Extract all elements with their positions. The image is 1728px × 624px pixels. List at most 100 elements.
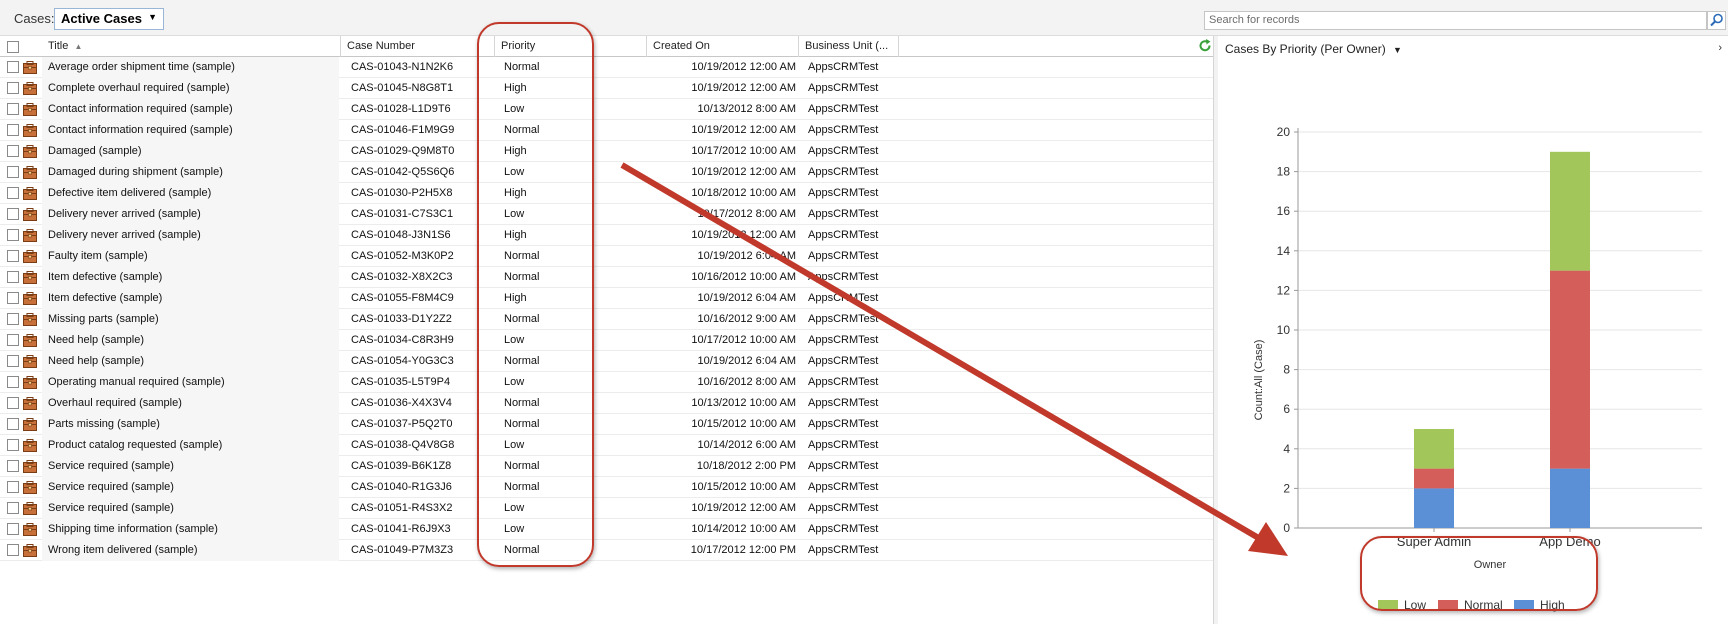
cell-title[interactable]: Faulty item (sample) (48, 246, 148, 267)
cell-title[interactable]: Delivery never arrived (sample) (48, 225, 201, 246)
table-row[interactable]: Shipping time information (sample) CAS-0… (0, 519, 1213, 540)
table-row[interactable]: Service required (sample) CAS-01051-R4S3… (0, 498, 1213, 519)
cell-business-unit: AppsCRMTest (808, 82, 879, 94)
table-row[interactable]: Average order shipment time (sample) CAS… (0, 57, 1213, 78)
row-checkbox[interactable] (7, 439, 19, 451)
grid-header: Title ▲ Case Number Priority Created On … (0, 36, 1213, 57)
cell-case-number: CAS-01036-X4X3V4 (351, 397, 452, 409)
table-row[interactable]: Faulty item (sample) CAS-01052-M3K0P2 No… (0, 246, 1213, 267)
row-checkbox[interactable] (7, 271, 19, 283)
column-header-title[interactable]: Title ▲ (40, 36, 340, 57)
cell-title[interactable]: Service required (sample) (48, 498, 174, 519)
cell-title[interactable]: Product catalog requested (sample) (48, 435, 222, 456)
cell-title[interactable]: Contact information required (sample) (48, 99, 233, 120)
cell-title[interactable]: Need help (sample) (48, 351, 144, 372)
row-checkbox[interactable] (7, 334, 19, 346)
cell-title[interactable]: Complete overhaul required (sample) (48, 78, 230, 99)
annotation-oval-legend (1360, 536, 1598, 611)
cell-title[interactable]: Damaged (sample) (48, 141, 142, 162)
table-row[interactable]: Damaged during shipment (sample) CAS-010… (0, 162, 1213, 183)
cell-title[interactable]: Overhaul required (sample) (48, 393, 182, 414)
row-checkbox[interactable] (7, 397, 19, 409)
y-tick-label: 20 (1277, 125, 1291, 139)
cell-title[interactable]: Item defective (sample) (48, 288, 162, 309)
cell-title[interactable]: Need help (sample) (48, 330, 144, 351)
cell-case-number: CAS-01046-F1M9G9 (351, 124, 455, 136)
row-checkbox[interactable] (7, 418, 19, 430)
table-row[interactable]: Contact information required (sample) CA… (0, 99, 1213, 120)
cell-title[interactable]: Average order shipment time (sample) (48, 57, 235, 78)
case-icon (23, 250, 37, 263)
cell-title[interactable]: Contact information required (sample) (48, 120, 233, 141)
cell-business-unit: AppsCRMTest (808, 523, 879, 535)
expand-chart-icon[interactable]: › (1718, 42, 1722, 54)
table-row[interactable]: Need help (sample) CAS-01034-C8R3H9 Low … (0, 330, 1213, 351)
cell-title[interactable]: Delivery never arrived (sample) (48, 204, 201, 225)
cell-title[interactable]: Operating manual required (sample) (48, 372, 225, 393)
cell-title[interactable]: Service required (sample) (48, 456, 174, 477)
cell-title[interactable]: Parts missing (sample) (48, 414, 160, 435)
row-checkbox[interactable] (7, 250, 19, 262)
cell-created-on: 10/16/2012 9:00 AM (697, 313, 796, 325)
row-checkbox[interactable] (7, 82, 19, 94)
row-checkbox[interactable] (7, 544, 19, 556)
cell-business-unit: AppsCRMTest (808, 355, 879, 367)
row-checkbox[interactable] (7, 523, 19, 535)
cell-business-unit: AppsCRMTest (808, 481, 879, 493)
row-checkbox[interactable] (7, 313, 19, 325)
row-checkbox[interactable] (7, 229, 19, 241)
table-row[interactable]: Item defective (sample) CAS-01055-F8M4C9… (0, 288, 1213, 309)
table-row[interactable]: Service required (sample) CAS-01039-B6K1… (0, 456, 1213, 477)
row-checkbox[interactable] (7, 292, 19, 304)
row-checkbox[interactable] (7, 145, 19, 157)
row-checkbox[interactable] (7, 355, 19, 367)
table-row[interactable]: Missing parts (sample) CAS-01033-D1Y2Z2 … (0, 309, 1213, 330)
table-row[interactable]: Need help (sample) CAS-01054-Y0G3C3 Norm… (0, 351, 1213, 372)
cell-title[interactable]: Shipping time information (sample) (48, 519, 218, 540)
table-row[interactable]: Defective item delivered (sample) CAS-01… (0, 183, 1213, 204)
table-row[interactable]: Item defective (sample) CAS-01032-X8X2C3… (0, 267, 1213, 288)
table-row[interactable]: Delivery never arrived (sample) CAS-0103… (0, 204, 1213, 225)
select-all-checkbox[interactable] (7, 41, 19, 53)
row-checkbox[interactable] (7, 61, 19, 73)
row-checkbox[interactable] (7, 208, 19, 220)
case-icon (23, 82, 37, 95)
cell-created-on: 10/19/2012 12:00 AM (691, 166, 796, 178)
chart-selector[interactable]: Cases By Priority (Per Owner) ▼ (1225, 42, 1402, 56)
cell-title[interactable]: Wrong item delivered (sample) (48, 540, 198, 561)
case-icon (23, 376, 37, 389)
table-row[interactable]: Overhaul required (sample) CAS-01036-X4X… (0, 393, 1213, 414)
cell-title[interactable]: Service required (sample) (48, 477, 174, 498)
table-row[interactable]: Complete overhaul required (sample) CAS-… (0, 78, 1213, 99)
cell-created-on: 10/19/2012 6:04 AM (697, 355, 796, 367)
row-checkbox[interactable] (7, 481, 19, 493)
row-checkbox[interactable] (7, 460, 19, 472)
case-icon (23, 523, 37, 536)
column-header-business-unit[interactable]: Business Unit (... (798, 36, 898, 57)
table-row[interactable]: Wrong item delivered (sample) CAS-01049-… (0, 540, 1213, 561)
search-input[interactable]: Search for records (1204, 11, 1707, 30)
row-checkbox[interactable] (7, 103, 19, 115)
row-checkbox[interactable] (7, 124, 19, 136)
table-row[interactable]: Service required (sample) CAS-01040-R1G3… (0, 477, 1213, 498)
row-checkbox[interactable] (7, 166, 19, 178)
table-row[interactable]: Parts missing (sample) CAS-01037-P5Q2T0 … (0, 414, 1213, 435)
column-header-case-number[interactable]: Case Number (340, 36, 482, 57)
table-row[interactable]: Product catalog requested (sample) CAS-0… (0, 435, 1213, 456)
table-row[interactable]: Damaged (sample) CAS-01029-Q9M8T0 High 1… (0, 141, 1213, 162)
search-button[interactable] (1707, 11, 1726, 30)
table-row[interactable]: Contact information required (sample) CA… (0, 120, 1213, 141)
row-checkbox[interactable] (7, 187, 19, 199)
cell-title[interactable]: Item defective (sample) (48, 267, 162, 288)
table-row[interactable]: Operating manual required (sample) CAS-0… (0, 372, 1213, 393)
table-row[interactable]: Delivery never arrived (sample) CAS-0104… (0, 225, 1213, 246)
row-checkbox[interactable] (7, 502, 19, 514)
row-checkbox[interactable] (7, 376, 19, 388)
column-header-created-on[interactable]: Created On (646, 36, 798, 57)
cell-title[interactable]: Damaged during shipment (sample) (48, 162, 223, 183)
view-selector[interactable]: Active Cases ▼ (54, 8, 164, 30)
refresh-icon[interactable] (1198, 39, 1212, 53)
cell-title[interactable]: Missing parts (sample) (48, 309, 159, 330)
cell-title[interactable]: Defective item delivered (sample) (48, 183, 211, 204)
y-tick-label: 2 (1283, 481, 1290, 495)
